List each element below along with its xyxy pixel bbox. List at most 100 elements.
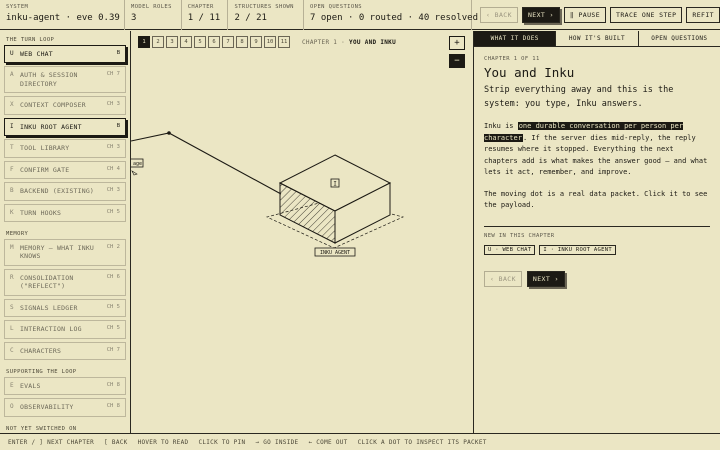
- structure-sidebar: THE TURN LOOP U WEB CHAT B A AUTH & SESSION D…: [0, 31, 131, 433]
- sidebar-item-label: INKU ROOT AGENT: [20, 122, 82, 131]
- new-structure-tag[interactable]: U · WEB CHAT: [484, 244, 536, 255]
- cursor-icon: [131, 170, 138, 176]
- model-roles-label: MODEL ROLES: [131, 4, 172, 10]
- sidebar-item-evals[interactable]: E EVALS CH 8: [4, 377, 126, 396]
- sidebar-item-chapter: B: [116, 122, 120, 129]
- chapter-title: You and Inku: [484, 65, 575, 80]
- sidebar-item-confirm-gate[interactable]: F CONFIRM GATE CH 4: [4, 160, 126, 180]
- sidebar-item-label: AUTH & SESSION DIRECTORY: [20, 71, 78, 88]
- chapter-chip[interactable]: 8: [236, 36, 248, 48]
- detail-panel: WHAT IT DOES HOW IT'S BUILT OPEN QUESTIONS…: [473, 31, 720, 433]
- footer-hint: ← COME OUT: [308, 438, 348, 446]
- system-value: inku-agent · eve 0.39: [6, 13, 120, 23]
- sidebar-item-chapter: CH 6: [106, 273, 120, 280]
- open-questions-value: 7 open · 0 routed · 40 resolved: [310, 13, 479, 23]
- new-in-chapter-label: NEW IN THIS CHAPTER: [484, 225, 710, 239]
- sidebar-item-label: CONSOLIDATION ("REFLECT"): [20, 273, 74, 291]
- new-structure-tag[interactable]: I · INKU ROOT AGENT: [539, 244, 616, 255]
- sidebar-item-characters[interactable]: C CHARACTERS CH 7: [4, 341, 126, 360]
- refit-button[interactable]: REFIT: [686, 6, 720, 23]
- sidebar-item-label: TOOL LIBRARY: [20, 144, 70, 153]
- sidebar-item-label: TURN HOOKS: [20, 208, 62, 217]
- chapter-breadcrumb: CHAPTER 1 · YOU AND INKU: [302, 39, 396, 46]
- sidebar-item-label: EVALS: [20, 382, 41, 390]
- new-structure-tags: U · WEB CHAT I · INKU ROOT AGENT: [484, 244, 710, 255]
- sidebar-item-chapter: B: [116, 50, 120, 56]
- sidebar-item-chapter: CH 8: [106, 382, 120, 388]
- sidebar-item-key: C: [10, 346, 14, 354]
- panel-back-button[interactable]: ‹ BACK: [484, 270, 522, 287]
- sidebar-item-observability[interactable]: O OBSERVABILITY CH 8: [4, 398, 126, 417]
- edge-label: age: [133, 161, 142, 167]
- chapter-label: CHAPTER: [187, 4, 214, 10]
- sidebar-item-interaction-log[interactable]: L INTERACTION LOG CH 5: [4, 320, 126, 339]
- back-button[interactable]: ‹ BACK: [480, 6, 518, 23]
- sidebar-item-memory-what-inku-knows[interactable]: M MEMORY — WHAT INKU KNOWS CH 2: [4, 238, 126, 266]
- sidebar-item-turn-hooks[interactable]: K TURN HOOKS CH 5: [4, 203, 126, 222]
- zoom-in-button[interactable]: +: [449, 36, 465, 50]
- sidebar-item-inku-root-agent[interactable]: I INKU ROOT AGENT B: [4, 117, 126, 137]
- zoom-out-button[interactable]: −: [449, 54, 465, 68]
- chapter-chip[interactable]: 11: [278, 36, 290, 48]
- sidebar-item-chapter: CH 3: [106, 144, 120, 151]
- chapter-chip[interactable]: 4: [180, 36, 192, 48]
- sidebar-section-title: THE TURN LOOP: [6, 37, 55, 43]
- sidebar-section-title: NOT YET SWITCHED ON: [6, 425, 77, 432]
- sidebar-item-signals-ledger[interactable]: S SIGNALS LEDGER CH 5: [4, 298, 126, 318]
- sidebar-item-key: K: [10, 208, 14, 216]
- panel-tabs: WHAT IT DOES HOW IT'S BUILT OPEN QUESTIONS: [474, 31, 720, 47]
- panel-nav: ‹ BACK NEXT ›: [484, 270, 710, 287]
- top-bar: SYSTEM inku-agent · eve 0.39 MODEL ROLES…: [0, 0, 720, 30]
- sidebar-item-chapter: CH 3: [106, 187, 120, 194]
- diagram-canvas[interactable]: I INKU AGENT age 1 2 3 4 5 6 7 8 9 10 11 CHAPTER 1 …: [131, 31, 473, 433]
- tab-what-it-does[interactable]: WHAT IT DOES: [474, 31, 557, 46]
- model-roles-value: 3: [131, 13, 137, 23]
- sidebar-item-backend-existing[interactable]: B BACKEND (EXISTING) CH 3: [4, 182, 126, 201]
- packet-hint: The moving dot is a real data packet. Cl…: [484, 189, 708, 210]
- sidebar-item-chapter: CH 4: [106, 165, 120, 172]
- chapter-chip[interactable]: 9: [250, 36, 262, 48]
- sidebar-section-title: MEMORY: [6, 230, 29, 237]
- chapter-chip[interactable]: 7: [222, 36, 234, 48]
- edge-joint: [167, 131, 171, 135]
- sidebar-item-key: A: [10, 71, 14, 79]
- sidebar-item-chapter: CH 2: [106, 243, 120, 250]
- node-key: I: [333, 181, 337, 188]
- sidebar-item-consolidation-reflect[interactable]: R CONSOLIDATION ("REFLECT") CH 6: [4, 268, 126, 296]
- sidebar-item-key: M: [10, 243, 14, 251]
- sidebar-item-web-chat[interactable]: U WEB CHAT B: [4, 45, 126, 64]
- sidebar-item-key: T: [10, 144, 14, 152]
- tab-open-questions[interactable]: OPEN QUESTIONS: [639, 31, 720, 46]
- sidebar-item-context-composer[interactable]: X CONTEXT COMPOSER CH 3: [4, 96, 126, 115]
- sidebar-item-tool-library[interactable]: T TOOL LIBRARY CH 3: [4, 139, 126, 158]
- chapter-cell: CHAPTER 1 / 11: [182, 0, 229, 30]
- sidebar-item-chapter: CH 8: [106, 403, 120, 410]
- chapter-chip[interactable]: 1: [138, 36, 150, 48]
- footer-hint: ENTER / ] NEXT CHAPTER: [8, 438, 95, 446]
- sidebar-item-key: X: [10, 101, 14, 109]
- sidebar-item-chapter: CH 5: [106, 325, 120, 332]
- trace-one-step-button[interactable]: TRACE ONE STEP: [610, 6, 683, 23]
- header-actions: ‹ BACK NEXT › ‖ PAUSE TRACE ONE STEP REF…: [472, 0, 720, 29]
- chapter-chip[interactable]: 6: [208, 36, 220, 48]
- sidebar-item-key: E: [10, 382, 14, 389]
- pause-button[interactable]: ‖ PAUSE: [563, 6, 607, 23]
- breadcrumb-title: YOU AND INKU: [349, 38, 396, 46]
- next-button[interactable]: NEXT ›: [521, 6, 560, 23]
- chapter-chip[interactable]: 3: [166, 36, 178, 48]
- sidebar-item-key: S: [10, 303, 14, 311]
- sidebar-item-label: INTERACTION LOG: [20, 325, 82, 334]
- footer-hint: CLICK A DOT TO INSPECT ITS PACKET: [357, 438, 487, 446]
- chapter-chip[interactable]: 2: [152, 36, 164, 48]
- system-cell: SYSTEM inku-agent · eve 0.39: [0, 0, 125, 30]
- open-questions-cell: OPEN QUESTIONS 7 open · 0 routed · 40 re…: [304, 0, 479, 30]
- tab-how-it-s-built[interactable]: HOW IT'S BUILT: [556, 31, 639, 46]
- chapter-chip[interactable]: 10: [264, 36, 276, 48]
- footer-hint: → GO INSIDE: [255, 438, 299, 446]
- structures-cell: STRUCTURES SHOWN 2 / 21: [228, 0, 305, 30]
- panel-next-button[interactable]: NEXT ›: [526, 270, 565, 287]
- chapter-chip[interactable]: 5: [194, 36, 206, 48]
- sidebar-item-auth-session-directory[interactable]: A AUTH & SESSION DIRECTORY CH 7: [4, 66, 126, 94]
- sidebar-item-label: SIGNALS LEDGER: [20, 303, 78, 312]
- sidebar-item-key: R: [10, 273, 14, 281]
